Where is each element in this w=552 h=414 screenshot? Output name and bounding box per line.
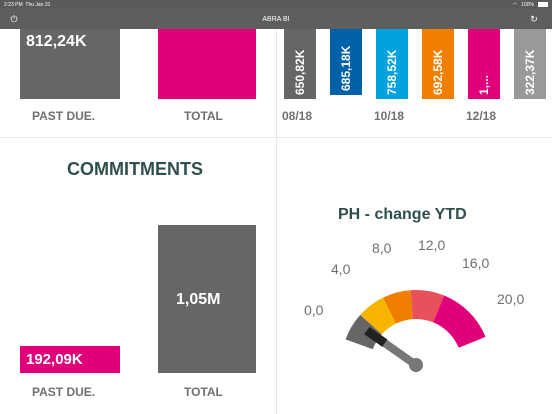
gauge-segment [433, 295, 486, 348]
month-bar-value: 758,52K [385, 49, 399, 95]
gauge-hub [409, 358, 423, 372]
commitments-total-value: 1,05M [176, 291, 221, 308]
refresh-icon[interactable]: ↻ [528, 13, 540, 25]
gauge-tick-label: 8,0 [372, 240, 392, 256]
gauge-tick-label: 4,0 [331, 261, 351, 277]
past-due-value: 812,24K [26, 33, 87, 50]
total-label: TOTAL [184, 109, 223, 123]
x-label: 12/18 [466, 109, 497, 123]
dashboard-grid: 812,24K PAST DUE. TOTAL 650,82K 685,18K 75… [0, 29, 552, 414]
divider-horizontal [0, 137, 552, 138]
commitments-total-label: TOTAL [184, 385, 223, 399]
wifi-icon: ◠ [512, 1, 518, 8]
month-bar-value: 692,58K [431, 49, 445, 95]
battery-percent: 100% [521, 1, 534, 8]
gauge-tick-label: 16,0 [462, 255, 490, 271]
month-bar-value: 322,37K [523, 49, 537, 95]
commitments-past-due-value: 192,09K [26, 351, 83, 368]
gauge-tick-label: 0,0 [304, 302, 324, 318]
commitments-past-due-label: PAST DUE. [32, 385, 96, 399]
status-bar: 2:23 PM Thu Jan 31 ◠ 100% [0, 0, 552, 9]
month-bar-value: 650,82K [293, 49, 307, 95]
month-bar-value: 685,18K [339, 45, 353, 91]
commitments-title: COMMITMENTS [67, 159, 203, 179]
gauge-tick-label: 12,0 [418, 237, 446, 253]
app-title: ABRA BI [262, 15, 290, 23]
gauge-title: PH - change YTD [338, 206, 467, 223]
x-label: 08/18 [282, 109, 313, 123]
gauge-tick-label: 20,0 [497, 291, 525, 307]
total-bar[interactable] [158, 29, 256, 99]
power-icon[interactable]: ⏻ [8, 13, 20, 25]
battery-icon [538, 2, 548, 7]
nav-bar: ⏻ ABRA BI ↻ [0, 9, 552, 29]
past-due-label: PAST DUE. [32, 109, 96, 123]
month-bar-value: 1,... [477, 74, 491, 95]
status-time: 2:23 PM Thu Jan 31 [4, 1, 51, 8]
x-label: 10/18 [374, 109, 405, 123]
